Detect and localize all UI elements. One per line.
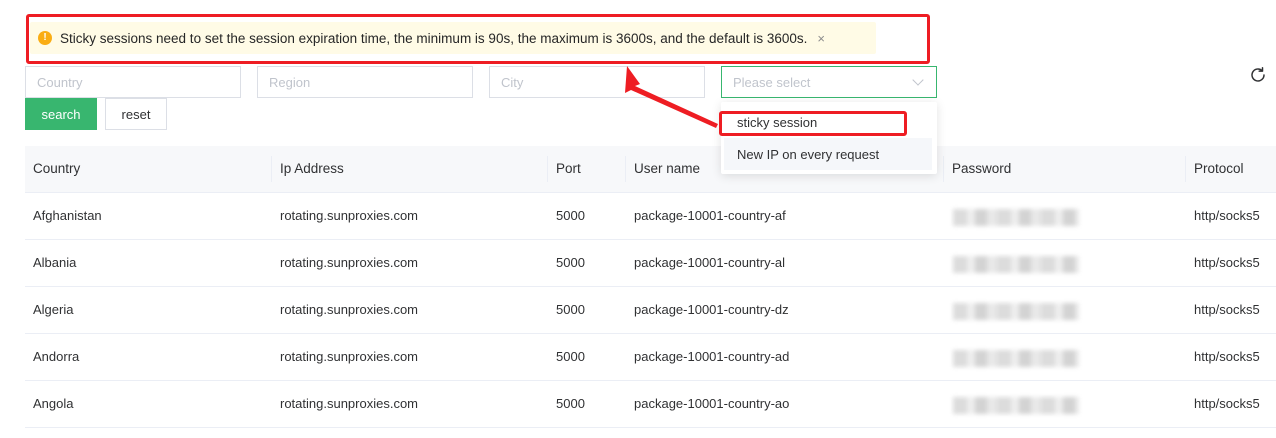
notice-text: Sticky sessions need to set the session … — [60, 30, 808, 46]
refresh-icon[interactable] — [1249, 66, 1267, 84]
cell-protocol: http/socks5 — [1194, 302, 1260, 317]
country-input[interactable] — [25, 66, 241, 98]
cell-country: Afghanistan — [33, 208, 102, 223]
cell-ip: rotating.sunproxies.com — [280, 302, 419, 317]
cell-port: 5000 — [556, 396, 585, 411]
column-header-ip: Ip Address — [280, 161, 344, 176]
table-row: Andorra rotating.sunproxies.com 5000 pac… — [25, 334, 1276, 381]
cell-username: package-10001-country-af — [634, 208, 786, 223]
column-header-password: Password — [952, 161, 1012, 176]
cell-protocol: http/socks5 — [1194, 396, 1260, 411]
cell-protocol: http/socks5 — [1194, 208, 1260, 223]
cell-password-redacted — [953, 397, 1079, 414]
region-input[interactable] — [257, 66, 473, 98]
cell-port: 5000 — [556, 208, 585, 223]
annotation-box-sticky-option — [719, 111, 907, 136]
reset-button[interactable]: reset — [105, 98, 167, 130]
table-row: Afghanistan rotating.sunproxies.com 5000… — [25, 193, 1276, 240]
table-header: Country Ip Address Port User name Passwo… — [25, 146, 1276, 193]
column-header-port: Port — [556, 161, 581, 176]
column-header-protocol: Protocol — [1194, 161, 1244, 176]
session-type-select[interactable]: Please select — [721, 66, 937, 98]
cell-username: package-10001-country-ad — [634, 349, 790, 364]
cell-password-redacted — [953, 256, 1079, 273]
session-notice: ! Sticky sessions need to set the sessio… — [30, 22, 876, 54]
annotation-arrow-icon — [625, 66, 718, 128]
cell-username: package-10001-country-dz — [634, 302, 789, 317]
cell-ip: rotating.sunproxies.com — [280, 255, 419, 270]
cell-ip: rotating.sunproxies.com — [280, 396, 419, 411]
close-icon[interactable]: × — [817, 31, 825, 46]
cell-ip: rotating.sunproxies.com — [280, 349, 419, 364]
cell-country: Algeria — [33, 302, 74, 317]
session-select-placeholder: Please select — [733, 74, 811, 90]
cell-username: package-10001-country-ao — [634, 396, 790, 411]
cell-port: 5000 — [556, 302, 585, 317]
cell-username: package-10001-country-al — [634, 255, 786, 270]
cell-country: Andorra — [33, 349, 80, 364]
column-header-country: Country — [33, 161, 81, 176]
cell-protocol: http/socks5 — [1194, 255, 1260, 270]
cell-protocol: http/socks5 — [1194, 349, 1260, 364]
cell-password-redacted — [953, 209, 1079, 226]
table-row: Algeria rotating.sunproxies.com 5000 pac… — [25, 287, 1276, 334]
table-row: Angola rotating.sunproxies.com 5000 pack… — [25, 381, 1276, 428]
cell-port: 5000 — [556, 255, 585, 270]
table-row: Albania rotating.sunproxies.com 5000 pac… — [25, 240, 1276, 287]
search-button[interactable]: search — [25, 98, 97, 130]
cell-country: Angola — [33, 396, 74, 411]
chevron-down-icon — [912, 74, 924, 86]
cell-ip: rotating.sunproxies.com — [280, 208, 419, 223]
warning-circle-icon: ! — [38, 31, 52, 45]
cell-country: Albania — [33, 255, 77, 270]
cell-port: 5000 — [556, 349, 585, 364]
cell-password-redacted — [953, 303, 1079, 320]
cell-password-redacted — [953, 350, 1079, 367]
option-new-ip-every-request[interactable]: New IP on every request — [724, 138, 932, 170]
